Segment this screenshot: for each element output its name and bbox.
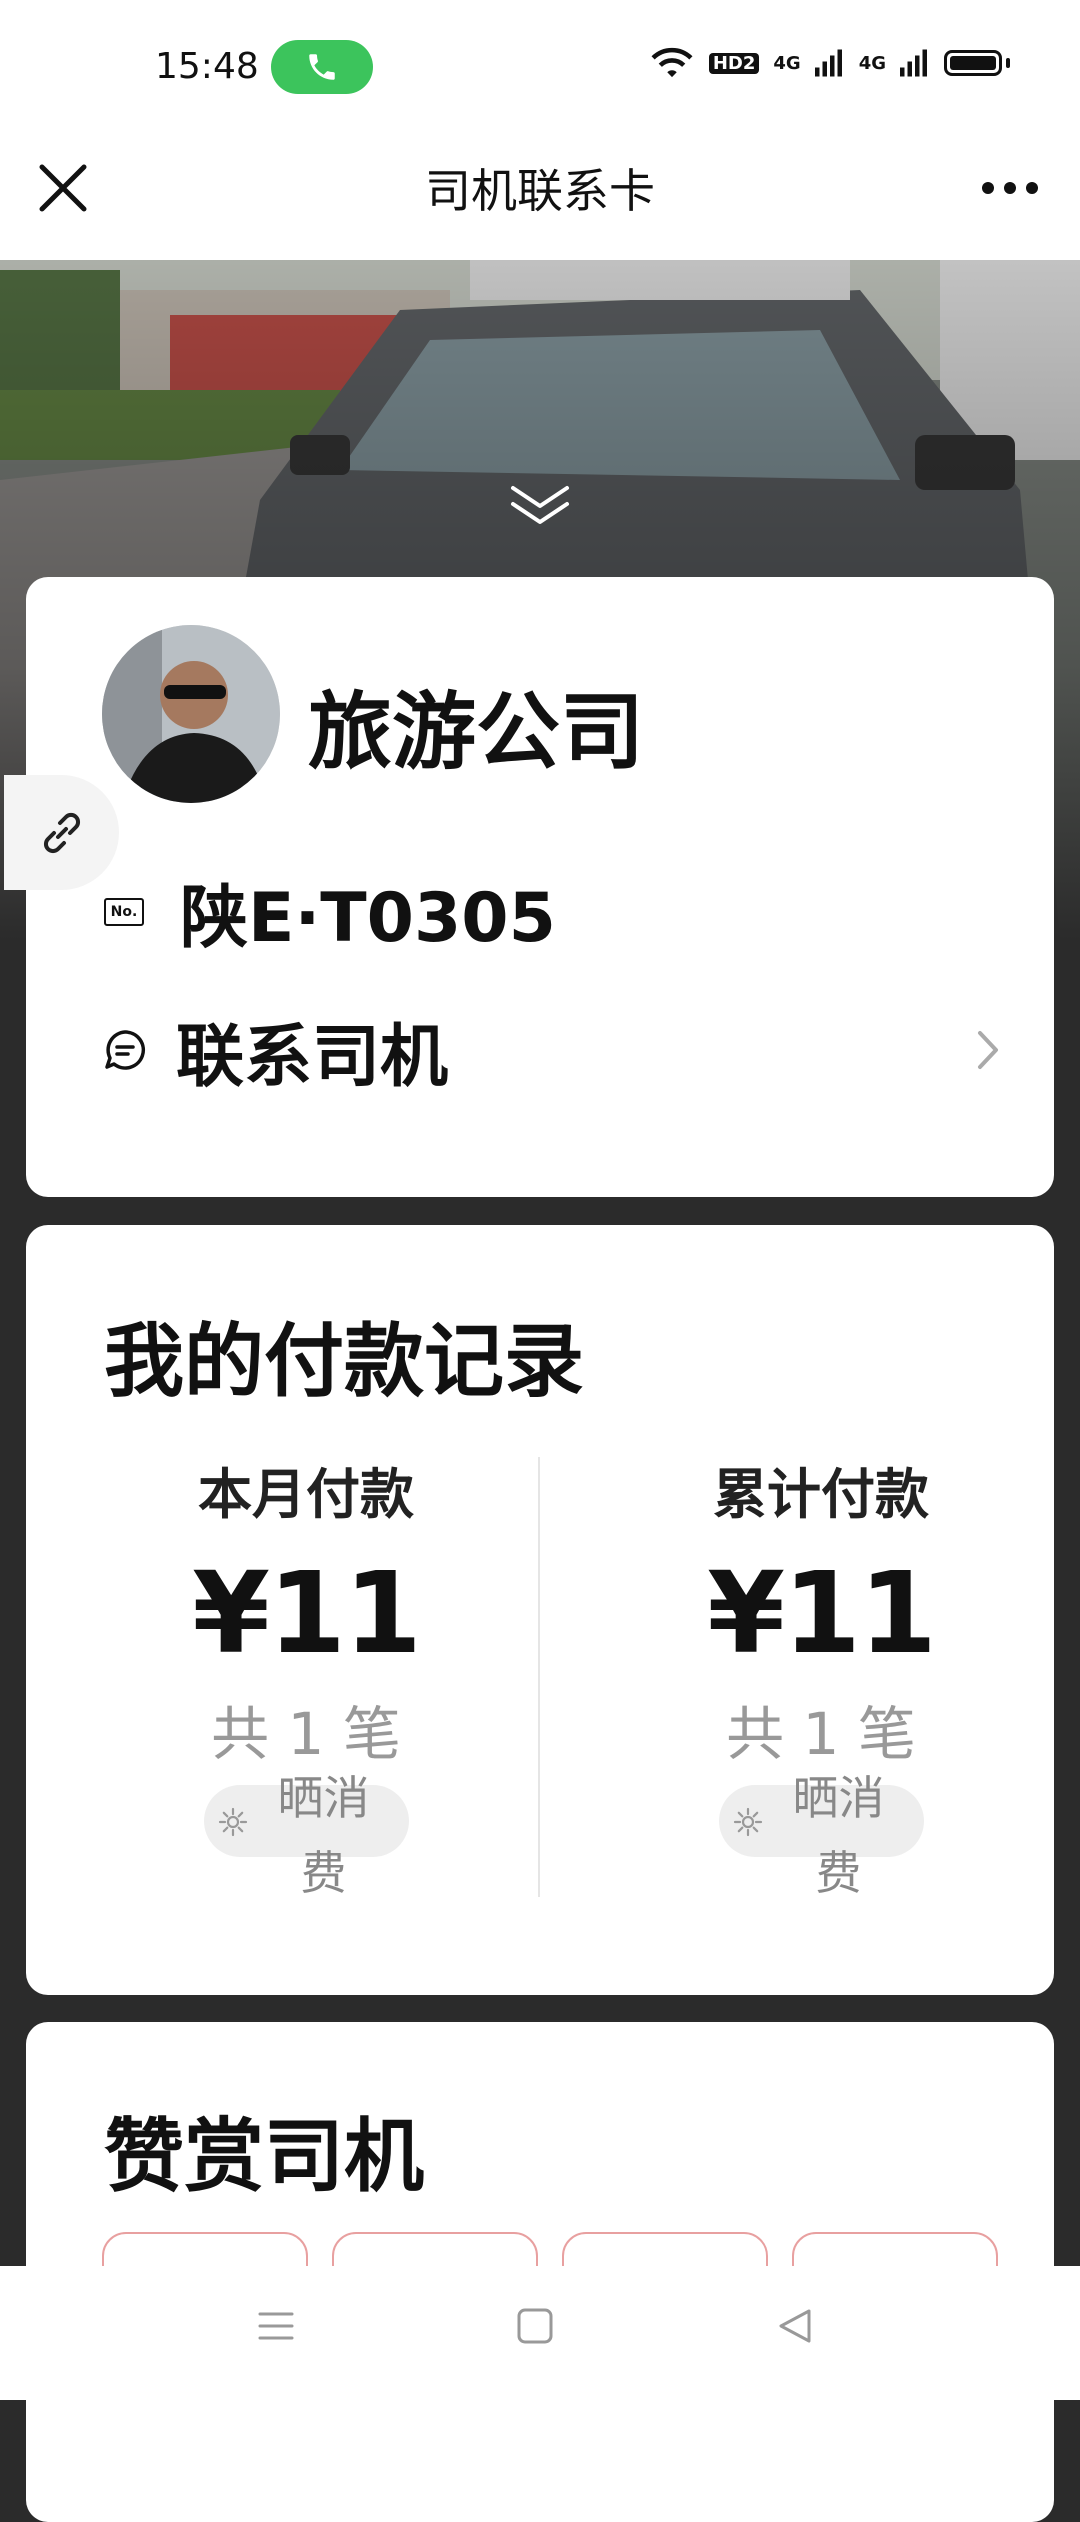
total-payment-column: 累计付款 ¥11 共 1 笔 晒消费 — [671, 1450, 971, 1900]
driver-card: 旅游公司 No. 陕E·T0305 联系司机 — [26, 577, 1054, 1197]
contact-driver-row[interactable]: 联系司机 — [102, 1005, 1002, 1097]
link-button[interactable] — [4, 775, 119, 890]
contact-driver-label: 联系司机 — [176, 1017, 449, 1097]
month-payment-count: 共 1 笔 — [211, 1700, 401, 1768]
back-icon[interactable] — [775, 2306, 815, 2346]
payment-record-card: 我的付款记录 本月付款 ¥11 共 1 笔 晒消费 累计付款 ¥11 共 1 笔… — [26, 1225, 1054, 1995]
page-title: 司机联系卡 — [425, 164, 655, 218]
top-nav-bar: 司机联系卡 — [0, 130, 1080, 260]
chevron-right-icon — [978, 1031, 998, 1069]
more-icon-dot — [1004, 182, 1016, 194]
status-bar: 15:48 HD2 4G 4G — [0, 0, 1080, 130]
more-button[interactable] — [970, 155, 1050, 221]
ongoing-call-pill[interactable] — [271, 40, 373, 94]
total-payment-label: 累计付款 — [713, 1463, 929, 1526]
network-label-1: 4G — [773, 52, 801, 74]
system-nav-bar — [0, 2266, 1080, 2400]
month-payment-amount: ¥11 — [192, 1549, 422, 1679]
company-name: 旅游公司 — [308, 683, 645, 781]
status-icons: HD2 4G 4G — [649, 46, 1010, 80]
share-spending-button[interactable]: 晒消费 — [718, 1771, 924, 1900]
home-icon[interactable] — [515, 2306, 555, 2346]
payment-record-title: 我的付款记录 — [104, 1315, 584, 1408]
more-icon-dot — [1026, 182, 1038, 194]
month-payment-label: 本月付款 — [198, 1463, 414, 1526]
plate-icon: No. — [104, 897, 144, 926]
plate-number: 陕E·T0305 — [180, 879, 556, 958]
network-label-2: 4G — [858, 52, 886, 74]
hd-badge: HD2 — [708, 52, 760, 74]
menu-icon[interactable] — [256, 2306, 296, 2346]
phone-icon — [309, 54, 335, 80]
battery-cap — [1006, 58, 1010, 68]
plate-row: No. 陕E·T0305 — [104, 862, 556, 961]
avatar — [102, 625, 280, 803]
share-spending-label: 晒消费 — [277, 1771, 370, 1900]
sun-icon — [218, 1807, 247, 1837]
total-payment-count: 共 1 笔 — [726, 1700, 916, 1768]
total-payment-amount: ¥11 — [707, 1549, 937, 1679]
wifi-icon — [651, 47, 693, 78]
more-icon-dot — [982, 182, 994, 194]
link-icon — [43, 812, 80, 853]
battery-icon — [944, 50, 1002, 76]
sun-icon — [733, 1807, 762, 1837]
chevron-down-icon[interactable] — [505, 480, 575, 530]
signal-icon — [900, 49, 927, 77]
chat-icon — [105, 1030, 146, 1070]
column-divider — [538, 1457, 540, 1897]
share-spending-button[interactable]: 晒消费 — [203, 1771, 409, 1900]
share-spending-label: 晒消费 — [792, 1771, 885, 1900]
status-time: 15:48 — [155, 46, 259, 87]
tip-driver-title: 赞赏司机 — [104, 2110, 424, 2203]
month-payment-column: 本月付款 ¥11 共 1 笔 晒消费 — [156, 1450, 456, 1900]
signal-icon — [814, 49, 842, 77]
